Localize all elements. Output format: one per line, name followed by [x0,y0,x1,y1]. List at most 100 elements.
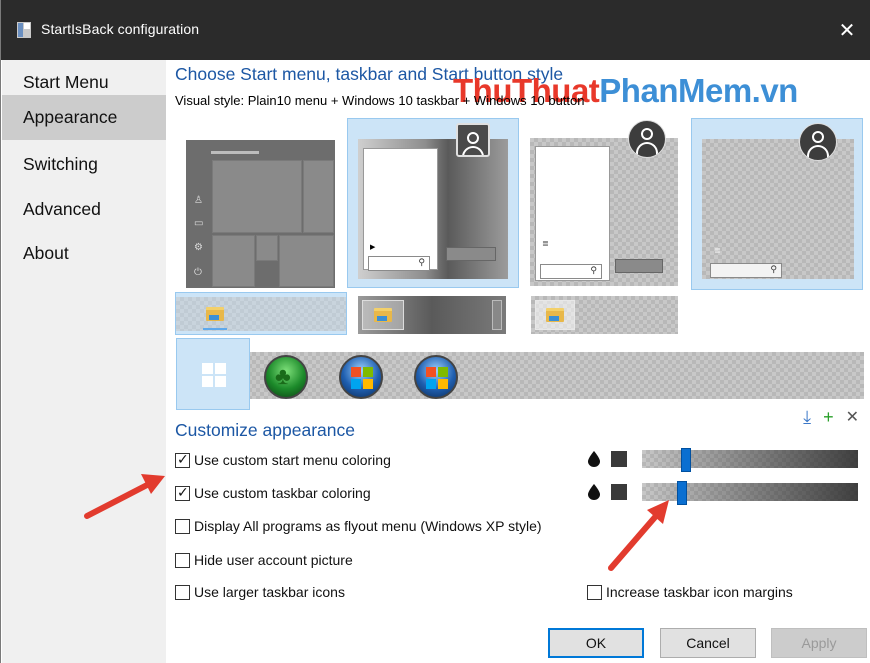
color-drop-icon[interactable] [587,451,601,467]
windows7-flag-icon [351,367,373,389]
menu-style-windows8[interactable]: ≣ ⚲ [530,120,678,288]
start-button-windows7-orb[interactable] [339,355,383,399]
preview-menu-panel: ▶ ⚲ [363,148,438,271]
window-title: StartIsBack configuration [41,21,200,37]
preview-bottom-tile-1 [212,235,255,287]
folder-icon [374,308,392,322]
taskbar-style-windows7[interactable] [358,296,506,334]
show-desktop-button [492,300,502,330]
preview-menu-panel: ≣ ⚲ [535,146,610,281]
checkbox[interactable] [175,484,190,501]
remove-icon[interactable]: ✕ [846,407,859,428]
taskbar-style-windows10[interactable] [175,292,347,335]
option-label: Display All programs as flyout menu (Win… [194,518,542,534]
style-toolbar: ⤓ + ✕ [803,407,859,428]
all-apps-icon: ≣ [714,246,721,255]
option-flyout-menu[interactable]: Display All programs as flyout menu (Win… [175,518,542,534]
windows-flag-icon [426,367,448,389]
option-label: Use custom start menu coloring [194,452,391,468]
menu-style-windows7[interactable]: ▶ ⚲ [347,118,519,288]
preview-title-line [211,151,259,154]
slider-gradient [642,450,858,468]
sidebar-item-appearance[interactable]: Appearance [2,95,166,140]
user-icon: ♙ [194,195,203,206]
preview-search-box: ⚲ [540,264,602,279]
preview-shutdown-button [615,259,663,273]
start-button-windows-orb-alt[interactable] [414,355,458,399]
sidebar: Start Menu Appearance Switching Advanced… [2,60,166,663]
taskbar-preview [176,297,346,331]
option-custom-start-menu-coloring[interactable]: Use custom start menu coloring [175,451,391,468]
all-apps-icon: ≣ [542,239,549,248]
option-label: Increase taskbar icon margins [606,584,793,600]
checkbox[interactable] [175,584,190,600]
search-icon: ⚲ [590,265,597,275]
preview-large-tile [212,160,302,233]
menu-style-windows10[interactable]: ≣ ⚲ [691,118,863,290]
start-button-windows10[interactable] [176,338,250,410]
color-swatch[interactable] [611,484,627,500]
download-icon[interactable]: ⤓ [803,407,811,428]
checkbox[interactable] [587,584,602,600]
main-panel: Choose Start menu, taskbar and Start but… [166,60,870,663]
ok-button[interactable]: OK [548,628,644,658]
preview-arrow: ▶ [370,244,376,251]
color-drop-icon[interactable] [587,484,601,500]
option-label: Hide user account picture [194,552,353,568]
avatar-icon [456,123,490,157]
color-swatch[interactable] [611,451,627,467]
option-label: Use custom taskbar coloring [194,485,371,501]
app-icon [17,22,31,38]
checkbox[interactable] [175,518,190,534]
sidebar-item-advanced[interactable]: Advanced [2,187,166,232]
option-label: Use larger taskbar icons [194,584,345,600]
avatar-icon [628,120,666,158]
preview-search-box: ⚲ [710,263,782,278]
option-hide-account-picture[interactable]: Hide user account picture [175,552,353,568]
slider-thumb[interactable] [677,481,687,505]
add-icon[interactable]: + [823,407,834,428]
close-button[interactable]: ✕ [824,0,870,60]
folder-icon [546,308,564,322]
preview-shutdown-button [446,247,496,261]
plain10-preview: ♙ ▭ ⚙ ⏻ [186,140,335,288]
preview-bottom-tile-3 [279,235,334,287]
power-icon: ⏻ [194,267,202,278]
checkbox[interactable] [175,451,190,468]
watermark-part-2: PhanMem.vn [599,72,798,109]
folder-icon [206,307,224,321]
search-icon: ⚲ [770,264,777,274]
checkbox[interactable] [175,552,190,568]
windows8-preview: ≣ ⚲ [530,138,678,286]
menu-style-plain10[interactable]: ♙ ▭ ⚙ ⏻ [186,140,335,288]
clover-icon: ♣ [275,363,291,390]
start-menu-color-row [587,448,858,472]
preview-bottom-tile-2 [256,235,278,261]
taskbar-color-row [587,481,858,505]
slider-gradient [642,483,858,501]
slider-thumb[interactable] [681,448,691,472]
option-increase-icon-margins[interactable]: Increase taskbar icon margins [587,584,793,600]
sidebar-item-switching[interactable]: Switching [2,142,166,187]
taskbar-opacity-slider[interactable] [642,481,858,505]
settings-icon: ⚙ [194,242,203,253]
start-button-clover[interactable]: ♣ [264,355,308,399]
cancel-button[interactable]: Cancel [660,628,756,658]
preview-right-tile [303,160,334,233]
apply-button[interactable]: Apply [771,628,867,658]
sidebar-item-about[interactable]: About [2,231,166,276]
option-custom-taskbar-coloring[interactable]: Use custom taskbar coloring [175,484,371,501]
windows10-preview: ≣ ⚲ [702,139,854,279]
config-window: StartIsBack configuration ✕ Start Menu A… [0,0,870,663]
windows-logo-icon [202,363,226,387]
start-menu-opacity-slider[interactable] [642,448,858,472]
preview-search-box: ⚲ [368,256,430,271]
visual-style-label: Visual style: Plain10 menu + Windows 10 … [175,93,585,108]
search-icon: ⚲ [418,257,425,267]
windows7-preview: ▶ ⚲ [358,139,508,279]
taskbar-style-windows8[interactable] [531,296,678,334]
documents-icon: ▭ [194,218,204,229]
avatar-icon [799,123,837,161]
option-larger-taskbar-icons[interactable]: Use larger taskbar icons [175,584,345,600]
active-indicator [203,328,227,330]
